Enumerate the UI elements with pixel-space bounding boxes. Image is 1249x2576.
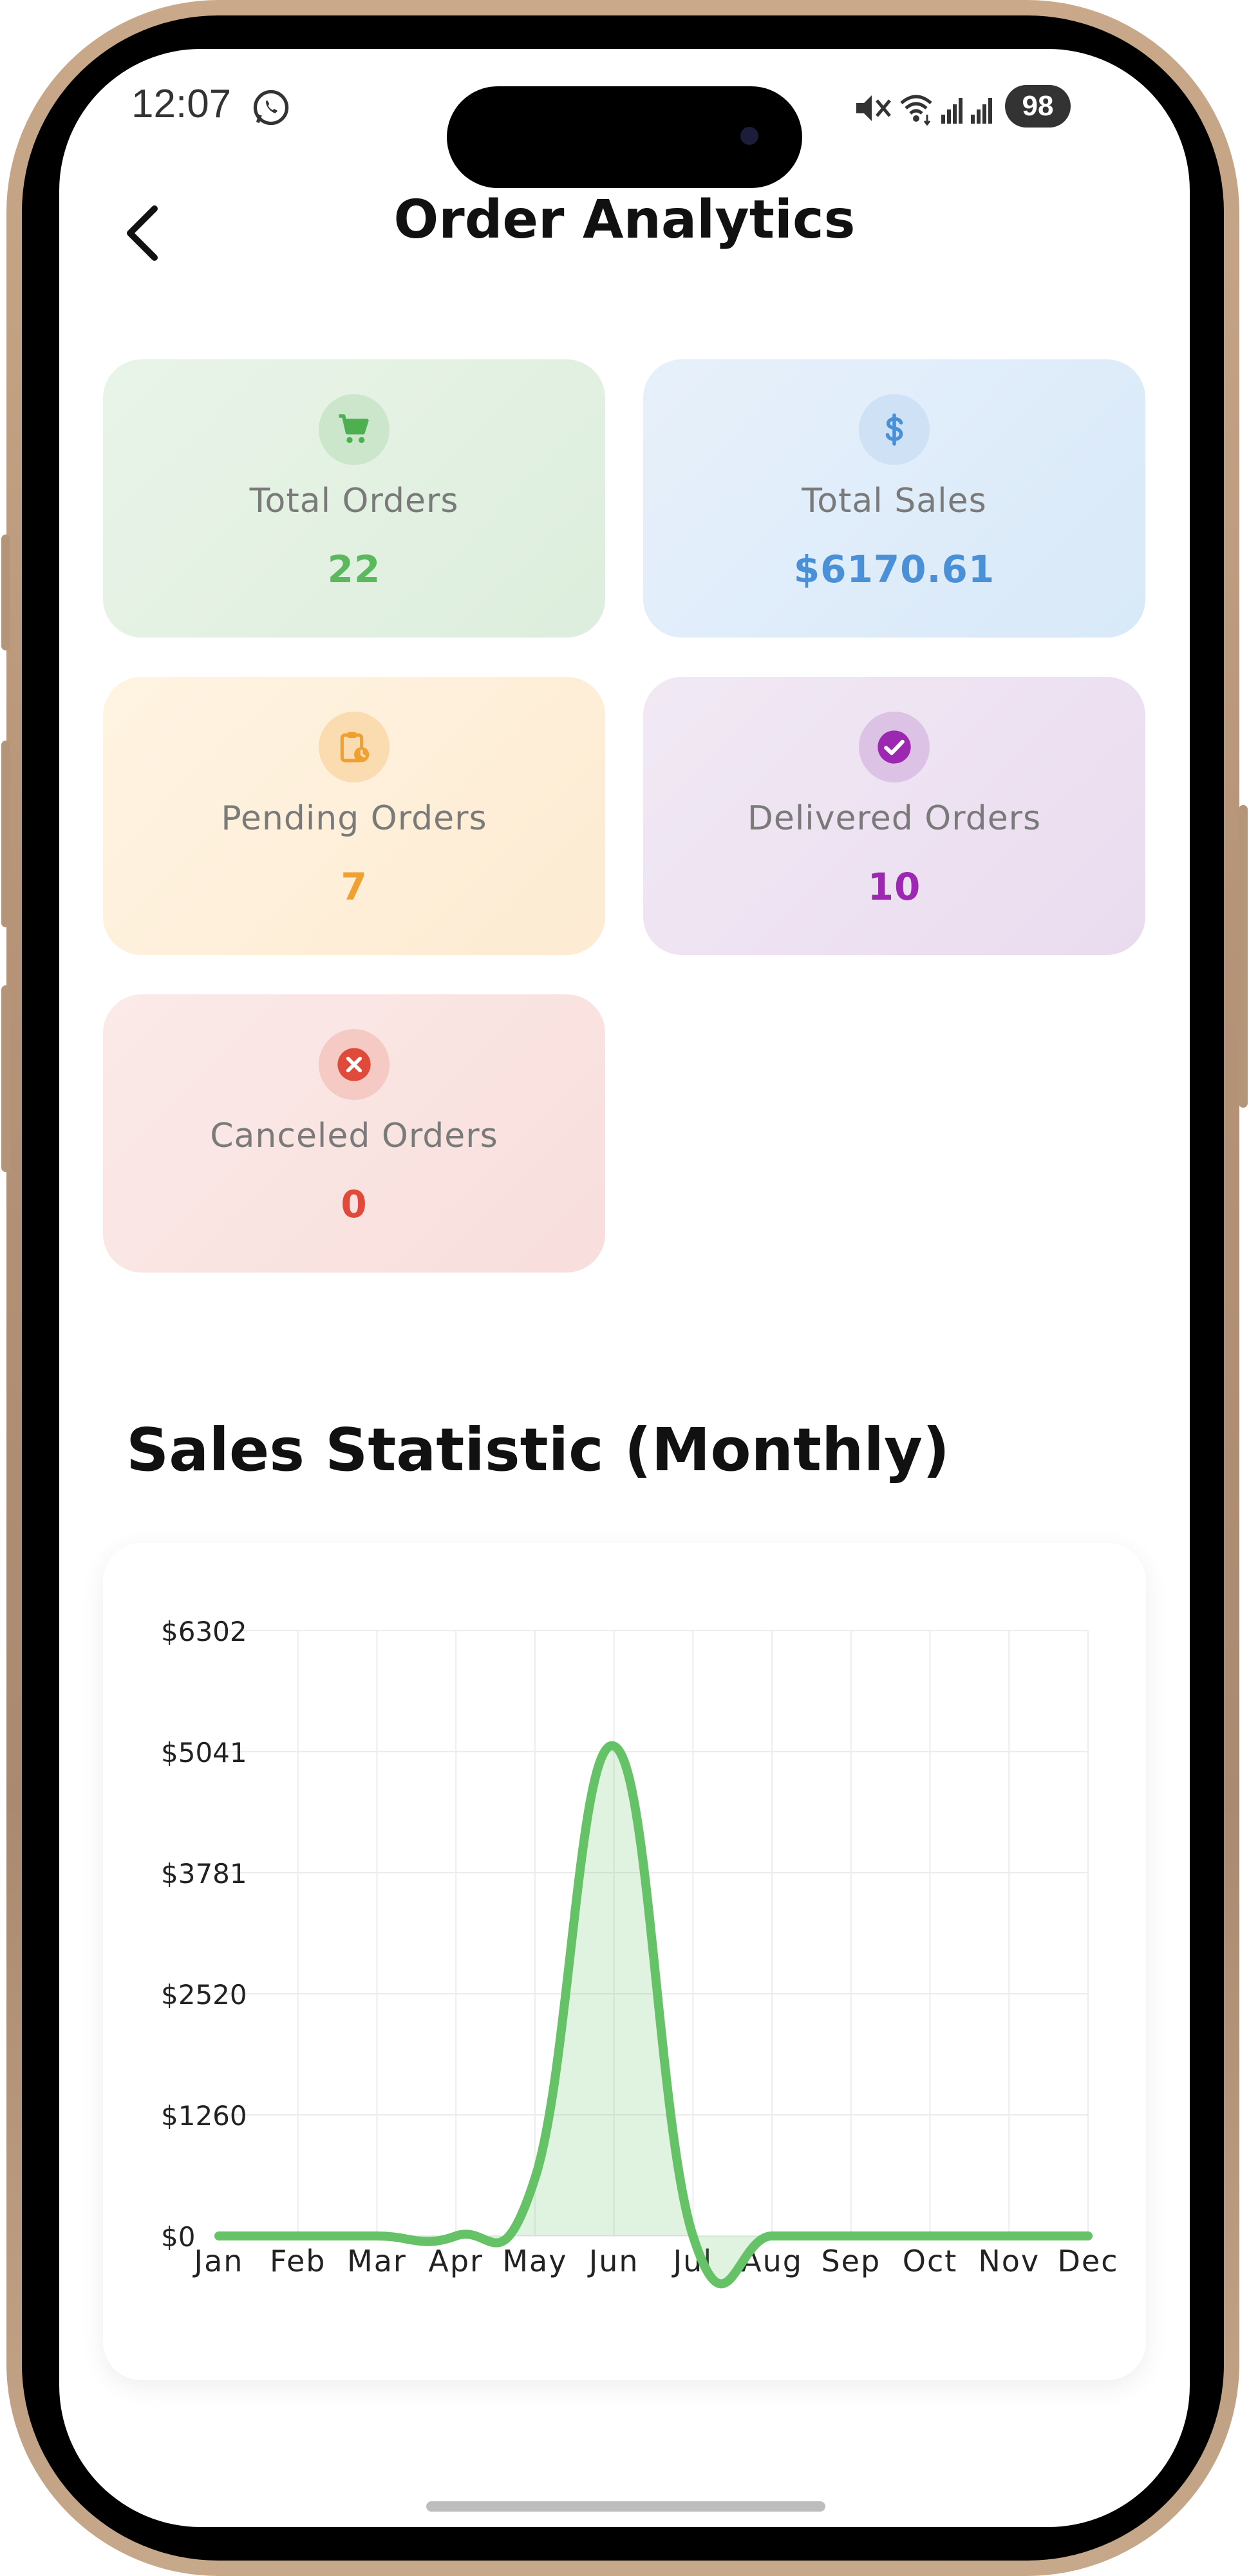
signal-icon — [971, 98, 992, 124]
signal-icon — [941, 98, 963, 124]
x-tick-label: Mar — [347, 2244, 407, 2278]
wifi-icon — [900, 95, 932, 126]
y-tick-label: $6302 — [161, 1616, 247, 1647]
pending-orders-value: 7 — [341, 865, 368, 909]
pending-orders-card[interactable]: Pending Orders 7 — [103, 677, 605, 955]
x-tick-label: Nov — [978, 2244, 1040, 2278]
canceled-orders-card[interactable]: Canceled Orders 0 — [103, 994, 605, 1273]
y-tick-label: $2520 — [161, 1979, 247, 2011]
canceled-orders-icon-badge — [319, 1029, 390, 1100]
x-tick-label: Sep — [821, 2244, 881, 2278]
y-tick-label: $3781 — [161, 1858, 247, 1889]
check-circle-icon — [878, 730, 911, 764]
volume-up-button — [1, 741, 10, 927]
total-sales-icon-badge — [859, 394, 930, 465]
sales-line-chart: $0 $1260 $2520 $3781 $5041 $6302 Jan Feb Mar Apr M… — [161, 1616, 1118, 2289]
delivered-orders-card[interactable]: Delivered Orders 10 — [643, 677, 1145, 955]
front-camera — [740, 127, 758, 145]
page-title: Order Analytics — [393, 189, 856, 251]
sales-chart-card: $0 $1260 $2520 $3781 $5041 $6302 Jan Feb Mar Apr M… — [103, 1543, 1146, 2380]
x-tick-label: Oct — [903, 2244, 958, 2278]
volume-down-button — [1, 985, 10, 1172]
pending-orders-label: Pending Orders — [221, 799, 487, 838]
total-sales-label: Total Sales — [802, 482, 987, 520]
sales-area-fill — [219, 1745, 1088, 2284]
total-orders-icon-badge — [319, 394, 390, 465]
section-title: Sales Statistic (Monthly) — [126, 1416, 950, 1484]
total-sales-value: $6170.61 — [793, 547, 995, 591]
power-button — [1239, 805, 1248, 1108]
close-circle-icon — [337, 1048, 371, 1081]
canceled-orders-value: 0 — [341, 1182, 368, 1226]
mute-icon — [856, 95, 891, 121]
dollar-icon — [885, 413, 903, 446]
home-indicator[interactable] — [426, 2501, 825, 2512]
total-orders-value: 22 — [327, 547, 381, 591]
delivered-orders-label: Delivered Orders — [747, 799, 1042, 838]
canceled-orders-label: Canceled Orders — [210, 1117, 498, 1155]
clipboard-clock-icon — [340, 732, 370, 762]
x-tick-label: Feb — [270, 2244, 326, 2278]
total-orders-label: Total Orders — [249, 482, 459, 520]
y-tick-label: $5041 — [161, 1737, 247, 1768]
y-tick-label: $0 — [161, 2221, 195, 2253]
app-screen: 12:07 98 Order Analytics Total Orders 22… — [59, 49, 1190, 2527]
whatsapp-icon — [251, 88, 291, 130]
x-tick-label: May — [502, 2244, 567, 2278]
action-button — [1, 535, 10, 650]
y-tick-label: $1260 — [161, 2100, 247, 2132]
x-tick-label: Jan — [193, 2244, 244, 2278]
status-icons — [855, 89, 997, 130]
pending-orders-icon-badge — [319, 712, 390, 782]
total-sales-card[interactable]: Total Sales $6170.61 — [643, 359, 1145, 638]
x-tick-label: Jun — [587, 2244, 639, 2278]
status-time: 12:07 — [131, 82, 232, 126]
battery-indicator: 98 — [1005, 85, 1071, 128]
cart-icon — [339, 414, 369, 443]
delivered-orders-value: 10 — [867, 865, 921, 909]
total-orders-card[interactable]: Total Orders 22 — [103, 359, 605, 638]
x-tick-label: Dec — [1057, 2244, 1118, 2278]
delivered-orders-icon-badge — [859, 712, 930, 782]
x-tick-label: Apr — [428, 2244, 484, 2278]
